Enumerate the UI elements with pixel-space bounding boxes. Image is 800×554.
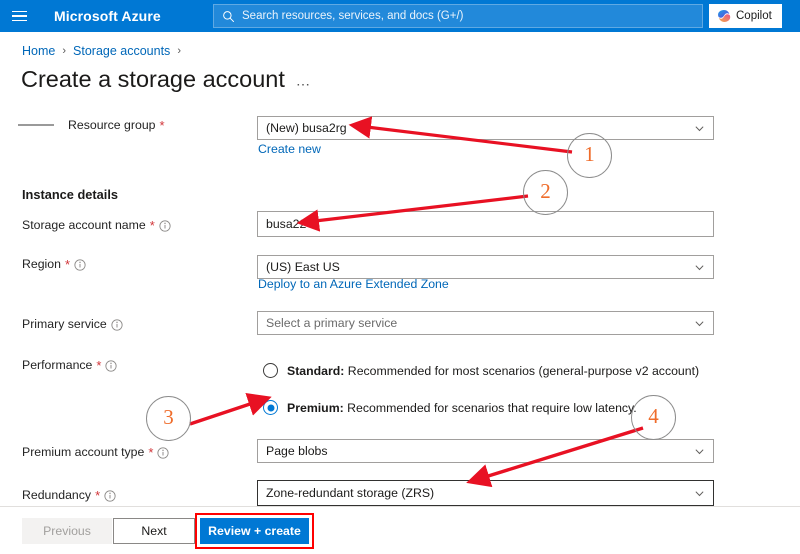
copilot-icon: [718, 10, 731, 22]
annotation-marker-3: 3: [146, 396, 191, 441]
required-marker: *: [149, 217, 155, 233]
more-actions-icon[interactable]: ⋯: [296, 76, 311, 93]
primary-service-label: Primary service: [22, 317, 123, 331]
resource-group-value: (New) busa2rg: [266, 121, 347, 135]
info-icon[interactable]: [159, 220, 171, 232]
premium-account-type-value: Page blobs: [266, 444, 328, 458]
performance-standard-text: Standard: Recommended for most scenarios…: [287, 364, 699, 378]
redundancy-label: Redundancy *: [22, 488, 116, 502]
primary-service-dropdown[interactable]: Select a primary service: [257, 311, 714, 335]
resource-group-dropdown[interactable]: (New) busa2rg: [257, 116, 714, 140]
performance-standard-desc: Recommended for most scenarios (general-…: [344, 363, 700, 378]
azure-portal-create-storage-account: Microsoft Azure Search resources, servic…: [0, 0, 800, 554]
deploy-extended-zone-link[interactable]: Deploy to an Azure Extended Zone: [258, 277, 449, 291]
premium-account-type-label: Premium account type *: [22, 445, 169, 459]
top-navigation-bar: Microsoft Azure Search resources, servic…: [0, 0, 800, 32]
annotation-marker-2: 2: [523, 170, 568, 215]
wizard-footer: Previous Next Review + create: [0, 506, 800, 554]
previous-button[interactable]: Previous: [22, 518, 112, 544]
global-search-placeholder: Search resources, services, and docs (G+…: [242, 10, 464, 22]
info-icon[interactable]: [105, 360, 118, 372]
chevron-down-icon: [695, 125, 704, 131]
info-icon[interactable]: [74, 259, 86, 271]
azure-brand-label[interactable]: Microsoft Azure: [54, 8, 161, 24]
copilot-label: Copilot: [736, 10, 772, 22]
breadcrumb-separator-icon: ›: [62, 45, 67, 57]
region-dropdown[interactable]: (US) East US: [257, 255, 714, 279]
breadcrumb: Home › Storage accounts ›: [22, 44, 181, 58]
copilot-button[interactable]: Copilot: [709, 4, 782, 28]
radio-premium[interactable]: [263, 400, 278, 415]
page-title: Create a storage account: [21, 66, 285, 92]
decorative-rule: [18, 124, 54, 126]
redundancy-dropdown[interactable]: Zone-redundant storage (ZRS): [257, 480, 714, 506]
chevron-down-icon: [695, 448, 704, 454]
region-value: (US) East US: [266, 260, 340, 274]
annotation-marker-4: 4: [631, 395, 676, 440]
breadcrumb-item-home[interactable]: Home: [22, 44, 55, 58]
performance-standard-bold: Standard:: [287, 363, 345, 378]
performance-option-standard[interactable]: Standard: Recommended for most scenarios…: [263, 363, 699, 378]
review-and-create-button[interactable]: Review + create: [200, 518, 309, 544]
performance-option-premium[interactable]: Premium: Recommended for scenarios that …: [263, 400, 637, 415]
chevron-down-icon: [695, 264, 704, 270]
chevron-down-icon: [695, 490, 704, 496]
region-label: Region *: [22, 257, 86, 271]
performance-premium-bold: Premium:: [287, 400, 344, 415]
storage-account-name-input[interactable]: busa22: [257, 211, 714, 237]
redundancy-value: Zone-redundant storage (ZRS): [266, 486, 435, 500]
storage-account-name-value: busa22: [266, 217, 307, 231]
chevron-down-icon: [695, 320, 704, 326]
next-button[interactable]: Next: [113, 518, 195, 544]
create-new-resource-group-link[interactable]: Create new: [258, 142, 321, 156]
breadcrumb-item-storage-accounts[interactable]: Storage accounts: [73, 44, 170, 58]
performance-premium-text: Premium: Recommended for scenarios that …: [287, 401, 637, 415]
info-icon[interactable]: [111, 319, 123, 331]
global-search-input[interactable]: Search resources, services, and docs (G+…: [213, 4, 703, 28]
info-icon[interactable]: [104, 490, 116, 502]
resource-group-label: Resource group *: [68, 117, 165, 133]
instance-details-heading: Instance details: [22, 187, 119, 202]
storage-account-name-label: Storage account name *: [22, 218, 171, 232]
hamburger-menu-icon[interactable]: [0, 0, 38, 32]
radio-standard[interactable]: [263, 363, 278, 378]
performance-label: Performance *: [22, 357, 118, 373]
premium-account-type-dropdown[interactable]: Page blobs: [257, 439, 714, 463]
required-marker: *: [95, 487, 101, 503]
required-marker: *: [64, 256, 71, 272]
required-marker: *: [148, 444, 154, 460]
required-marker: *: [159, 117, 165, 133]
info-icon[interactable]: [157, 447, 169, 459]
primary-service-placeholder: Select a primary service: [266, 316, 398, 330]
performance-premium-desc: Recommended for scenarios that require l…: [343, 400, 637, 415]
breadcrumb-separator-icon-2: ›: [177, 45, 181, 57]
required-marker: *: [96, 357, 102, 373]
annotation-arrow-3: [189, 393, 272, 426]
search-icon: [223, 10, 235, 22]
